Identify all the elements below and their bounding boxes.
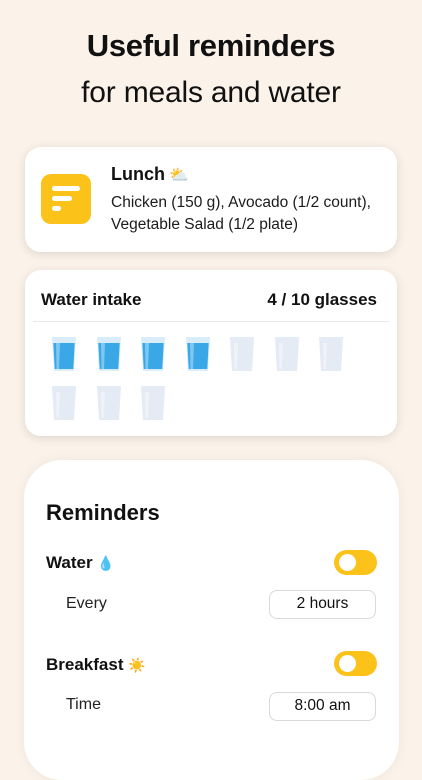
breakfast-time-label: Time <box>66 696 101 713</box>
water-drop-icon: 💧 <box>97 555 115 571</box>
water-glass-full-icon[interactable] <box>185 336 211 372</box>
headline-title: Useful reminders <box>86 28 336 63</box>
partly-sunny-icon: ⛅ <box>169 167 189 184</box>
meal-title: Lunch ⛅ <box>111 164 189 185</box>
water-interval-label: Every <box>66 595 107 612</box>
water-intake-count: 4 / 10 glasses <box>267 290 377 309</box>
reminders-title: Reminders <box>46 500 160 525</box>
meal-title-label: Lunch <box>111 164 165 184</box>
breakfast-time-select[interactable]: 8:00 am <box>269 692 376 721</box>
meal-description: Chicken (150 g), Avocado (1/2 count), Ve… <box>111 194 371 233</box>
water-label: Water <box>46 553 93 572</box>
water-intake-card: Water intake 4 / 10 glasses <box>25 270 397 436</box>
water-glass-empty-icon[interactable] <box>140 385 166 421</box>
water-intake-title: Water intake <box>41 290 142 309</box>
water-glass-empty-icon[interactable] <box>51 385 77 421</box>
water-glass-empty-icon[interactable] <box>274 336 300 372</box>
reminders-sheet: Reminders Water 💧 Every 2 hours Breakfas… <box>24 460 399 780</box>
water-glass-empty-icon[interactable] <box>318 336 344 372</box>
sun-icon: ☀️ <box>128 657 146 673</box>
water-reminder-label: Water 💧 <box>46 553 115 573</box>
water-glass-full-icon[interactable] <box>140 336 166 372</box>
meal-card[interactable]: Lunch ⛅ Chicken (150 g), Avocado (1/2 cou… <box>25 147 397 252</box>
divider <box>33 321 389 322</box>
breakfast-label: Breakfast <box>46 655 124 674</box>
water-glass-full-icon[interactable] <box>51 336 77 372</box>
water-interval-select[interactable]: 2 hours <box>269 590 376 619</box>
water-glass-empty-icon[interactable] <box>229 336 255 372</box>
breakfast-reminder-label: Breakfast ☀️ <box>46 655 146 675</box>
water-reminder-toggle[interactable] <box>334 550 377 575</box>
headline-subtitle: for meals and water <box>81 76 341 109</box>
toggle-knob <box>339 655 356 672</box>
toggle-knob <box>339 554 356 571</box>
breakfast-reminder-toggle[interactable] <box>334 651 377 676</box>
water-glass-empty-icon[interactable] <box>96 385 122 421</box>
app-logo-icon <box>41 174 91 224</box>
water-glass-full-icon[interactable] <box>96 336 122 372</box>
